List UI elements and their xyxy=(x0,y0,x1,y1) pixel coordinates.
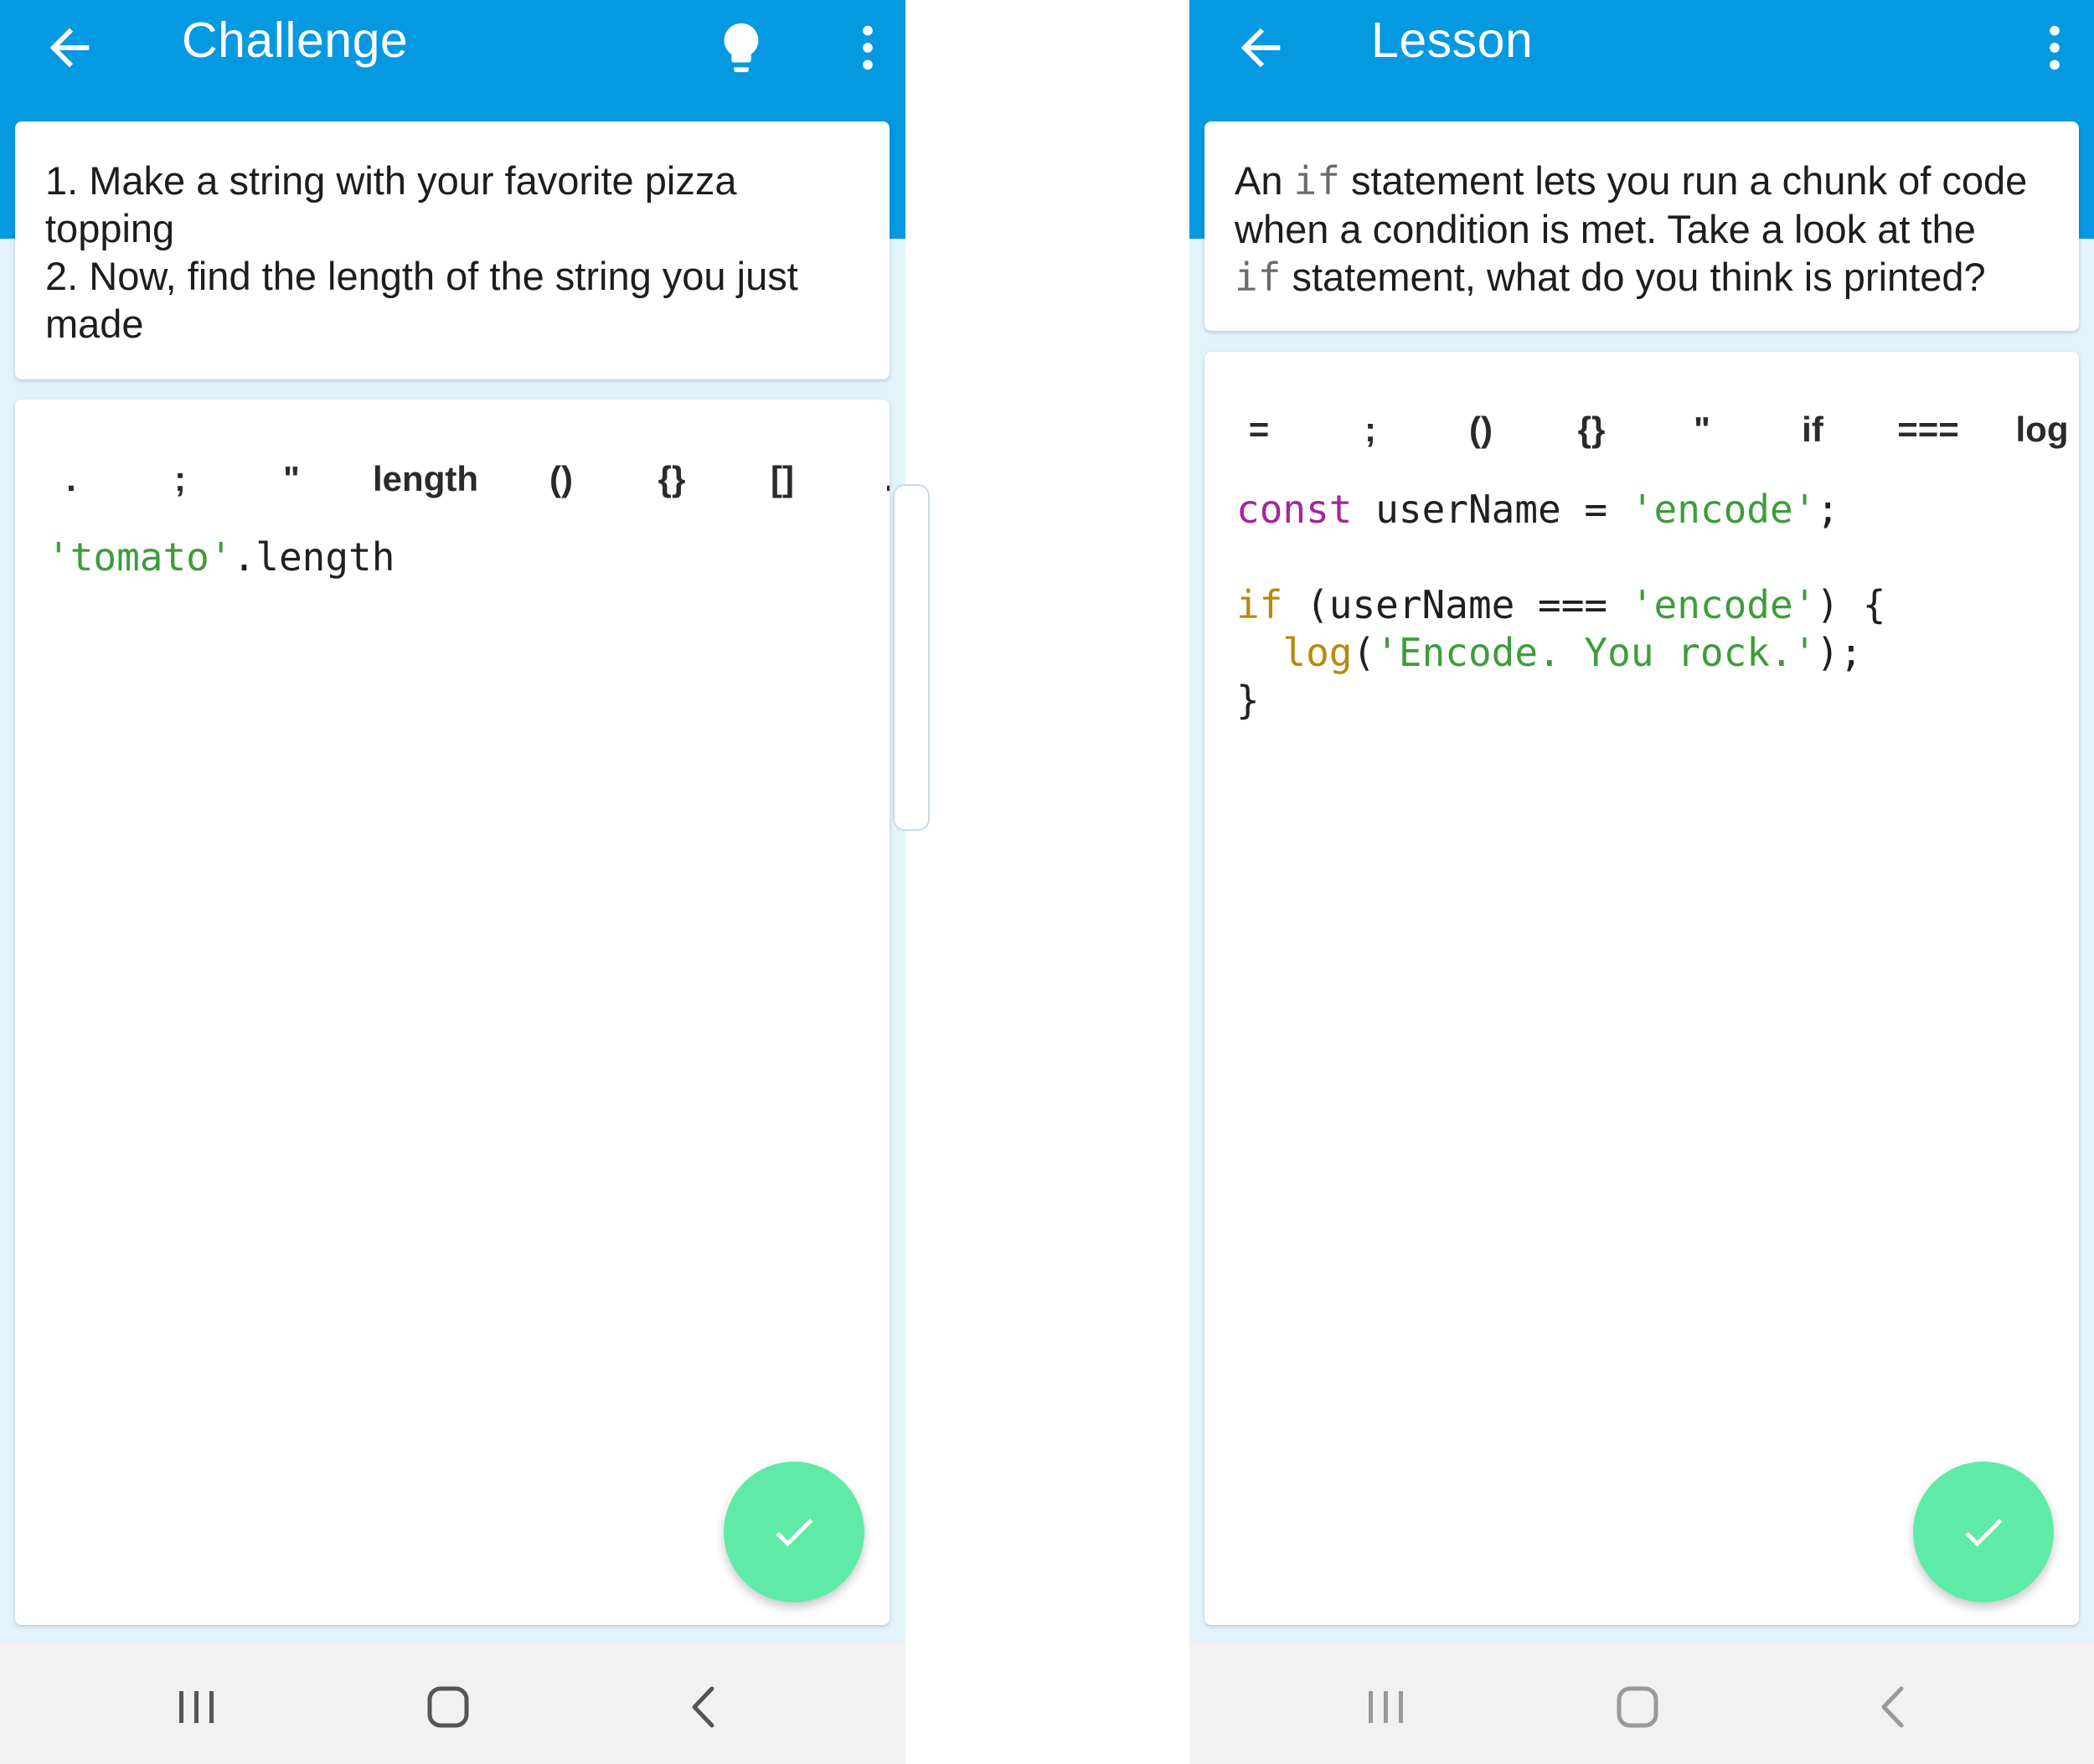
code-keyword: const xyxy=(1236,487,1353,532)
instruction-line: made xyxy=(45,302,144,346)
token-button[interactable]: " xyxy=(283,441,300,517)
code-text: (userName === xyxy=(1282,582,1631,627)
token-button[interactable]: = xyxy=(1249,392,1270,467)
page-title: Lesson xyxy=(1371,13,1534,68)
lesson-description: An if statement lets you run a chunk of … xyxy=(1204,121,2079,333)
more-vert-icon[interactable] xyxy=(838,18,897,77)
token-button[interactable]: length xyxy=(373,441,478,517)
submit-fab[interactable] xyxy=(724,1462,864,1602)
system-nav-bar xyxy=(0,1643,905,1764)
token-button[interactable]: " xyxy=(1694,392,1710,467)
system-nav-bar xyxy=(1189,1643,2094,1764)
code-text: ); xyxy=(1816,630,1863,675)
description-line: if statement, what do you think is print… xyxy=(1235,253,2049,302)
lesson-screen: Lesson An if statement lets you run a ch… xyxy=(1189,0,2094,1764)
code-editor-card[interactable]: . ; " length () {} [] . 'tomato'.length xyxy=(15,400,890,1625)
code-area[interactable]: const userName = 'encode'; if (userName … xyxy=(1236,486,1885,725)
code-editor-card[interactable]: = ; () {} " if === log const userName = … xyxy=(1204,352,2079,1625)
token-button[interactable]: {} xyxy=(1578,392,1606,467)
code-text: ) { xyxy=(1816,582,1886,627)
token-button[interactable]: ; xyxy=(1364,392,1376,467)
description-text: statement lets you run a chunk of code xyxy=(1339,158,2028,203)
instruction-line: topping xyxy=(45,206,175,250)
submit-fab[interactable] xyxy=(1913,1462,2054,1602)
code-string: 'tomato' xyxy=(47,534,233,580)
token-button[interactable]: if xyxy=(1802,392,1823,467)
code-area[interactable]: 'tomato'.length xyxy=(47,534,395,581)
token-button[interactable]: log xyxy=(2016,392,2069,467)
home-icon[interactable] xyxy=(1608,1678,1667,1736)
arrow-left-icon[interactable] xyxy=(1231,18,1290,77)
token-button[interactable]: . xyxy=(66,441,76,517)
token-button[interactable]: ; xyxy=(174,441,186,517)
code-text: } xyxy=(1236,678,1260,723)
inline-code: if xyxy=(1293,158,1340,204)
instruction-text: 1. Make a string with your favorite pizz… xyxy=(15,121,890,379)
code-string: 'encode' xyxy=(1630,582,1817,627)
home-icon[interactable] xyxy=(419,1678,477,1736)
description-line: when a condition is met. Take a look at … xyxy=(1235,207,1976,251)
checkmark-icon xyxy=(1965,1519,2003,1547)
recents-icon[interactable] xyxy=(1357,1678,1416,1736)
app-bar: Challenge xyxy=(0,0,905,121)
description-text: statement, what do you think is printed? xyxy=(1281,255,1986,299)
code-text: ; xyxy=(1816,487,1840,532)
description-text: An xyxy=(1235,158,1294,203)
inline-code: if xyxy=(1235,255,1282,300)
instruction-card: 1. Make a string with your favorite pizz… xyxy=(15,121,890,379)
description-line: An if statement lets you run a chunk of … xyxy=(1235,157,2049,205)
code-string: 'encode' xyxy=(1630,487,1817,532)
lesson-description-card: An if statement lets you run a chunk of … xyxy=(1204,121,2079,331)
token-button[interactable]: () xyxy=(1469,392,1493,467)
recents-icon[interactable] xyxy=(168,1678,226,1736)
code-text: .length xyxy=(232,534,395,580)
token-button[interactable]: () xyxy=(549,441,573,517)
instruction-line: 1. Make a string with your favorite pizz… xyxy=(45,158,737,203)
back-chevron-icon[interactable] xyxy=(1864,1678,1922,1736)
code-text: ( xyxy=(1352,630,1376,675)
instruction-line: 2. Now, find the length of the string yo… xyxy=(45,254,798,298)
token-button[interactable]: {} xyxy=(658,441,686,517)
arrow-left-icon[interactable] xyxy=(40,18,99,77)
token-bar: = ; () {} " if === log xyxy=(1204,392,2079,467)
lightbulb-icon[interactable] xyxy=(712,18,771,77)
token-bar: . ; " length () {} [] . xyxy=(15,441,890,517)
back-chevron-icon[interactable] xyxy=(674,1678,733,1736)
page-title: Challenge xyxy=(182,13,409,68)
code-keyword: if xyxy=(1236,582,1283,627)
token-button[interactable]: === xyxy=(1897,392,1959,467)
app-bar: Lesson xyxy=(1189,0,2094,121)
token-button[interactable]: . xyxy=(885,441,890,517)
code-string: 'Encode. You rock.' xyxy=(1375,630,1817,675)
checkmark-icon xyxy=(776,1519,813,1547)
more-vert-icon[interactable] xyxy=(2025,18,2084,77)
side-drawer-handle[interactable] xyxy=(893,484,930,831)
token-button[interactable]: [] xyxy=(771,441,794,517)
challenge-screen: Challenge 1. Make a string with your fav… xyxy=(0,0,905,1764)
code-text: userName = xyxy=(1352,487,1631,532)
code-function: log xyxy=(1282,630,1353,675)
